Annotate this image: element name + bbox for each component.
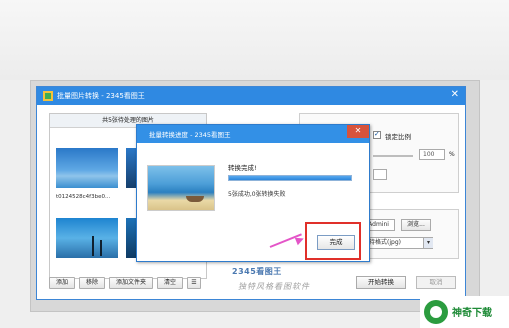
- logo-text: 神奇下载: [452, 308, 492, 319]
- lock-ratio-label: 锁定比例: [385, 133, 411, 141]
- app-icon: [43, 91, 53, 101]
- size-dropdown[interactable]: [373, 169, 387, 180]
- clear-button[interactable]: 清空: [157, 277, 183, 289]
- start-convert-button[interactable]: 开始转换: [356, 276, 406, 289]
- browse-button[interactable]: 浏览...: [401, 219, 431, 231]
- background-top: [0, 0, 509, 80]
- progress-bar-fill: [229, 176, 351, 180]
- watermark-slogan: 独特风格看图软件: [238, 282, 310, 291]
- thumbnail-filename: t0124528c4f3be0...: [56, 194, 111, 200]
- status-text: 转换完成!: [228, 164, 257, 172]
- quality-spinbox[interactable]: 100: [419, 149, 445, 160]
- output-format-select[interactable]: 保持格式(jpg): [359, 237, 433, 249]
- highlight-box: [305, 222, 361, 260]
- preview-image: [147, 165, 215, 211]
- progress-bar: [228, 175, 352, 181]
- list-view-icon[interactable]: ☰: [187, 277, 201, 289]
- dialog-title: 批量转换进度 - 2345看图王: [149, 131, 231, 139]
- dialog-title-bar[interactable]: 批量转换进度 - 2345看图王 ✕: [137, 125, 369, 143]
- percent-unit: %: [449, 151, 455, 158]
- thumbnail-partial[interactable]: [126, 148, 136, 188]
- window-close-icon[interactable]: ✕: [451, 89, 459, 100]
- add-button[interactable]: 添加: [49, 277, 75, 289]
- site-logo: 神奇下载: [420, 296, 509, 328]
- palm-tree-shape: [100, 240, 102, 256]
- palm-tree-shape: [92, 236, 94, 256]
- boat-shape: [186, 196, 204, 202]
- window-title-bar[interactable]: 批量图片转换 - 2345看图王 ✕: [37, 87, 465, 105]
- logo-icon: [424, 300, 448, 324]
- remove-button[interactable]: 移除: [79, 277, 105, 289]
- quality-slider[interactable]: [373, 155, 413, 157]
- window-title: 批量图片转换 - 2345看图王: [57, 92, 145, 100]
- add-folder-button[interactable]: 添加文件夹: [109, 277, 153, 289]
- chevron-down-icon[interactable]: ▾: [423, 238, 433, 248]
- brand-logo-text: 2345看图王: [232, 267, 282, 276]
- dialog-close-icon[interactable]: ✕: [347, 125, 369, 138]
- thumbnail-ocean[interactable]: [56, 148, 118, 188]
- lock-ratio-checkbox[interactable]: [373, 130, 381, 139]
- thumbnail-palm-beach[interactable]: [56, 218, 118, 258]
- cancel-button[interactable]: 取消: [416, 276, 456, 289]
- result-text: 5张成功,0张转换失败: [228, 191, 286, 198]
- thumbnail-partial-2[interactable]: [126, 218, 136, 258]
